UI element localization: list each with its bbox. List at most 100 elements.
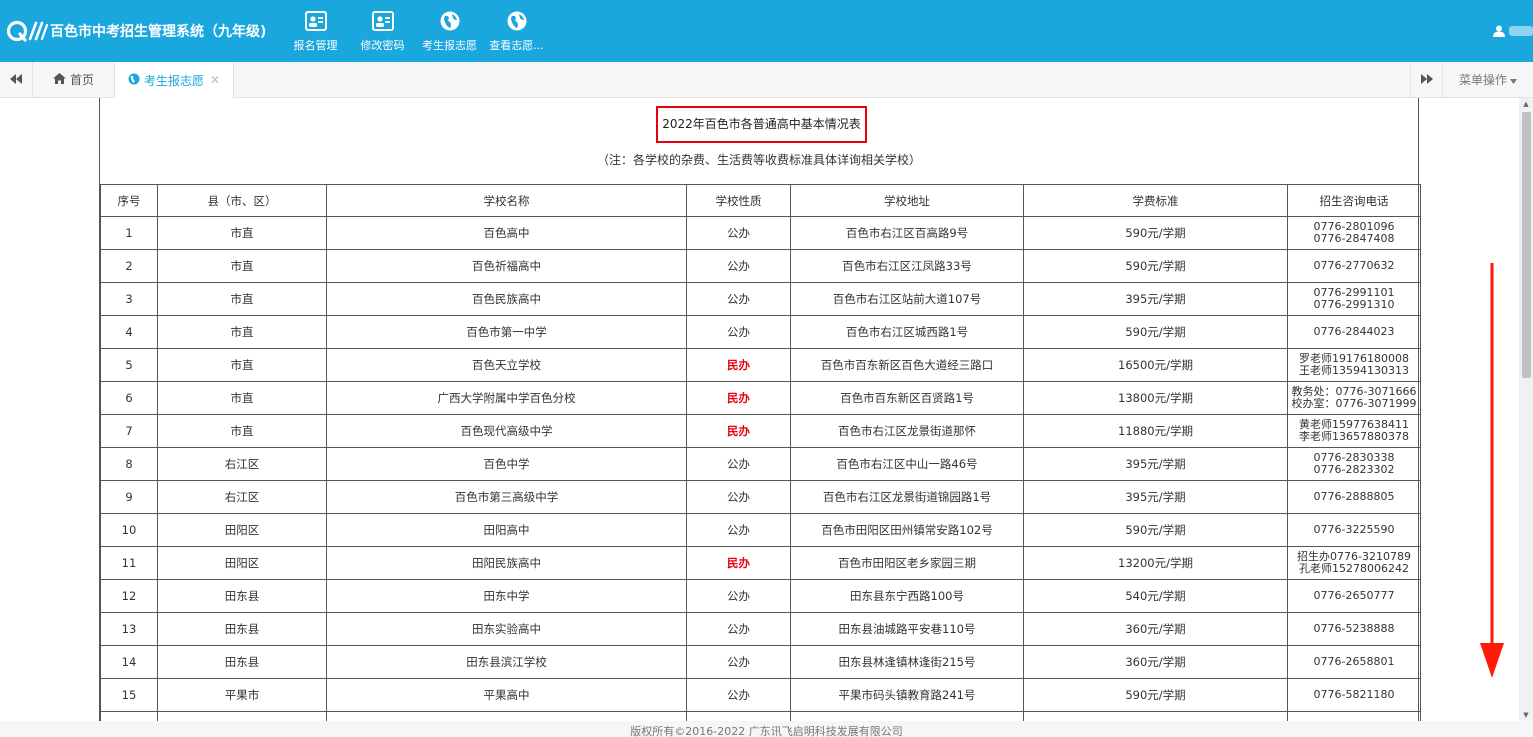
county-cell: 右江区 [157,480,327,514]
user-name-masked [1509,26,1533,36]
address-cell: 百色市右江区百高路9号 [790,216,1024,250]
nav-label: 查看志愿... [489,39,544,52]
fee-cell: 590元/学期 [1023,513,1288,547]
tab-scroll-right-button[interactable] [1410,62,1443,97]
column-header: 序号 [100,184,158,217]
scroll-up-arrow-icon[interactable]: ▲ [1519,98,1533,110]
vertical-scrollbar[interactable]: ▲ ▼ [1519,98,1533,721]
school-name-cell: 广西大学附属中学百色分校 [326,381,687,415]
column-header: 招生咨询电话 [1287,184,1421,217]
county-cell: 市直 [157,315,327,349]
menu-operations-dropdown[interactable]: 菜单操作 [1443,62,1533,97]
table-row: 14 田东县 田东县滨江学校 公办 田东县林逢镇林逢街215号 360元/学期 0776-2… [100,645,1421,679]
empty-cell [100,711,158,721]
fee-cell: 395元/学期 [1023,282,1288,316]
fee-cell: 540元/学期 [1023,579,1288,613]
phone-line: 王老师13594130313 [1299,364,1409,377]
school-type-cell: 公办 [686,282,791,316]
nav-view-application[interactable]: 查看志愿... [483,0,550,62]
phone-line: 0776-2658801 [1313,655,1395,668]
fee-cell: 590元/学期 [1023,315,1288,349]
phone-line: 0776-2770632 [1313,259,1395,272]
county-cell: 平果市 [157,678,327,712]
school-name-cell: 田阳民族高中 [326,546,687,580]
county-cell: 田阳区 [157,546,327,580]
phone-cell: 0776-2888805 [1287,480,1421,514]
column-header: 学校性质 [686,184,791,217]
table-row: 2 市直 百色祈福高中 公办 百色市右江区江凤路33号 590元/学期 0776-27706… [100,249,1421,283]
phone-cell: 0776-2650777 [1287,579,1421,613]
address-cell: 田东县东宁西路100号 [790,579,1024,613]
fee-cell: 11880元/学期 [1023,414,1288,448]
fee-cell: 360元/学期 [1023,612,1288,646]
fee-cell: 590元/学期 [1023,678,1288,712]
county-cell: 市直 [157,381,327,415]
table-row: 5 市直 百色天立学校 民办 百色市百东新区百色大道经三路口 16500元/学期 罗老师19… [100,348,1421,382]
top-header: 百色市中考招生管理系统（九年级) 报名管理 修改密码 考生报志愿 查看志愿... [0,0,1533,62]
phone-line: 0776-2847408 [1313,232,1395,245]
school-name-cell: 百色中学 [326,447,687,481]
phone-line: 0776-2823302 [1313,463,1395,476]
table-row [100,711,1421,721]
school-type-cell: 公办 [686,480,791,514]
nav-submit-application[interactable]: 考生报志愿 [416,0,483,62]
nav-registration-management[interactable]: 报名管理 [282,0,349,62]
school-name-cell: 田东中学 [326,579,687,613]
school-name-cell: 百色现代高级中学 [326,414,687,448]
empty-cell [686,711,791,721]
school-name-cell: 平果高中 [326,678,687,712]
document-note: （注：各学校的杂费、生活费等收费标准具体详询相关学校） [596,153,921,167]
menu-operations-label: 菜单操作 [1458,73,1507,87]
table-row: 1 市直 百色高中 公办 百色市右江区百高路9号 590元/学期 0776-2801096 0… [100,216,1421,250]
address-cell: 百色市百东新区百色大道经三路口 [790,348,1024,382]
phone-line: 0776-5238888 [1313,622,1395,635]
tab-home[interactable]: 首页 [33,62,115,97]
scrollbar-thumb[interactable] [1522,112,1531,378]
user-icon [1493,22,1505,41]
address-cell: 平果市码头镇教育路241号 [790,678,1024,712]
id-card-icon [371,10,394,32]
phone-cell: 0776-5238888 [1287,612,1421,646]
row-number: 11 [100,546,158,580]
phone-line: 校办室：0776-3071999 [1291,397,1417,410]
globe-icon [439,10,461,32]
table-row: 6 市直 广西大学附属中学百色分校 民办 百色市百东新区百贤路1号 13800元/学期 教务… [100,381,1421,415]
user-menu[interactable] [1493,18,1533,44]
tab-scroll-left-button[interactable] [0,62,33,97]
nav-change-password[interactable]: 修改密码 [349,0,416,62]
table-body: 1 市直 百色高中 公办 百色市右江区百高路9号 590元/学期 0776-2801096 0… [100,216,1421,721]
home-icon [52,72,66,87]
row-number: 15 [100,678,158,712]
empty-cell [790,711,1024,721]
scroll-down-arrow-icon[interactable]: ▼ [1519,709,1533,721]
address-cell: 百色市田阳区老乡家园三期 [790,546,1024,580]
school-name-cell: 百色市第一中学 [326,315,687,349]
empty-cell [1023,711,1288,721]
schools-table: 序号 县（市、区） 学校名称 学校性质 学校地址 学费标准 招生咨询电话 1 市直… [100,184,1421,721]
app-title: 百色市中考招生管理系统（九年级) [50,24,267,40]
county-cell: 田东县 [157,612,327,646]
row-number: 13 [100,612,158,646]
phone-cell: 黄老师15977638411 李老师13657880378 [1287,414,1421,448]
school-type-cell: 民办 [686,381,791,415]
phone-line: 孔老师15278006242 [1299,562,1409,575]
row-number: 10 [100,513,158,547]
address-cell: 百色市右江区城西路1号 [790,315,1024,349]
school-type-cell: 民办 [686,546,791,580]
fee-cell: 395元/学期 [1023,447,1288,481]
school-name-cell: 田东实验高中 [326,612,687,646]
school-name-cell: 田阳高中 [326,513,687,547]
county-cell: 市直 [157,216,327,250]
tab-submit-application[interactable]: 考生报志愿 ✕ [115,62,234,98]
phone-cell: 0776-2991101 0776-2991310 [1287,282,1421,316]
phone-cell: 0776-2770632 [1287,249,1421,283]
fee-cell: 590元/学期 [1023,249,1288,283]
fee-cell: 395元/学期 [1023,480,1288,514]
document-title: 2022年百色市各普通高中基本情况表 [656,106,867,143]
school-name-cell: 百色民族高中 [326,282,687,316]
close-icon[interactable]: ✕ [210,73,220,87]
row-number: 6 [100,381,158,415]
nav-label: 修改密码 [360,39,405,52]
address-cell: 百色市百东新区百贤路1号 [790,381,1024,415]
address-cell: 田东县油城路平安巷110号 [790,612,1024,646]
